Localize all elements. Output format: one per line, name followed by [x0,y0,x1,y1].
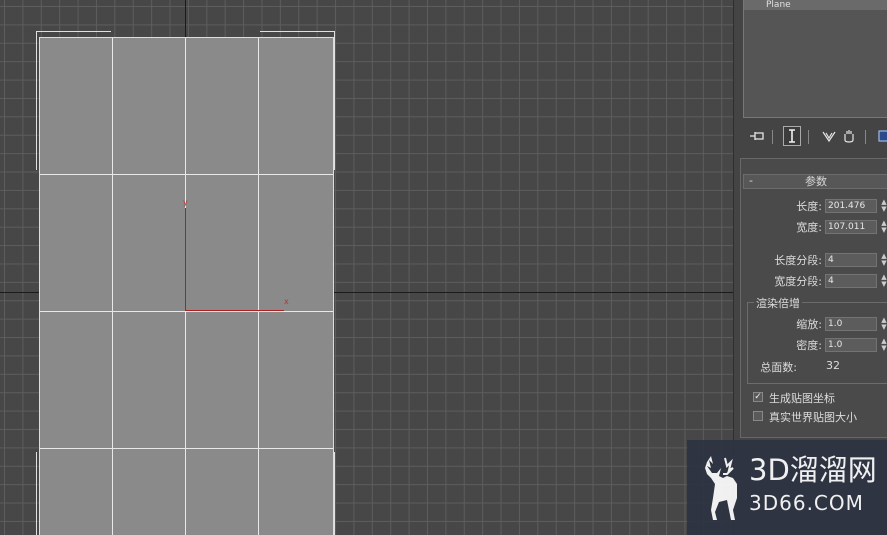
width-field[interactable] [825,220,877,234]
plane-segment-line [40,174,333,175]
plane-segment-line [40,448,333,449]
top-viewport[interactable]: y x [0,0,733,535]
make-unique-icon[interactable] [820,126,838,146]
real-world-map-size-label[interactable]: 真实世界贴图大小 [769,409,857,425]
remove-modifier-icon[interactable] [840,126,858,146]
width-segs-label: 宽度分段: [774,275,822,288]
generate-mapping-coords-checkbox[interactable]: ✓ [753,392,763,402]
gizmo-y-label: y [183,198,188,207]
modifier-stack-toolbar [744,126,887,146]
selection-bracket-bottom-left [36,452,39,535]
toolbar-separator [772,130,773,144]
length-label: 长度: [796,200,822,213]
length-spinner-arrows-icon[interactable]: ▲ ▼ [880,199,887,213]
length-segs-field[interactable] [825,253,877,267]
plane-segment-line [40,311,333,312]
modifier-stack-list[interactable]: Plane [743,0,887,118]
toolbar-separator [865,130,866,144]
selection-bracket-top-right [260,31,335,170]
watermark-brand: 3D溜溜网 [749,453,877,487]
density-spinner-arrows-icon[interactable]: ▲ ▼ [880,338,887,352]
render-multipliers-title: 渲染倍增 [754,295,802,311]
parameters-rollout-header[interactable]: - 参数 [743,174,887,189]
real-world-map-size-checkbox[interactable] [753,411,763,421]
plane-segment-line [112,38,113,535]
width-segs-field[interactable] [825,274,877,288]
total-faces-label: 总面数: [760,361,797,374]
rollout-title: 参数 [805,175,827,188]
show-end-result-icon[interactable] [783,126,801,146]
length-field[interactable] [825,199,877,213]
configure-modifier-sets-icon[interactable] [875,126,887,146]
total-faces-value: 32 [826,359,840,372]
width-segs-spinner-arrows-icon[interactable]: ▲ ▼ [880,274,887,288]
scale-spinner-arrows-icon[interactable]: ▲ ▼ [880,317,887,331]
density-field[interactable] [825,338,877,352]
density-label: 密度: [796,339,822,352]
pin-stack-icon[interactable] [748,126,766,146]
stack-item-plane[interactable]: Plane [744,0,887,10]
generate-mapping-coords-label[interactable]: 生成贴图坐标 [769,390,835,406]
length-segs-spinner-arrows-icon[interactable]: ▲ ▼ [880,253,887,267]
selection-bracket-bottom-right [332,452,335,535]
length-segs-label: 长度分段: [774,254,822,267]
deer-logo-icon [705,456,737,520]
watermark-logo: 3D溜溜网 3D66.COM [687,440,887,535]
gizmo-y-axis[interactable] [185,208,186,310]
gizmo-x-axis[interactable] [185,310,284,311]
watermark-site: 3D66.COM [749,491,864,515]
selection-bracket-top-left [36,31,111,170]
toolbar-separator [808,130,809,144]
width-label: 宽度: [796,221,822,234]
scale-label: 缩放: [796,318,822,331]
gizmo-x-label: x [284,297,289,306]
scale-field[interactable] [825,317,877,331]
plane-segment-line [258,38,259,535]
width-spinner-arrows-icon[interactable]: ▲ ▼ [880,220,887,234]
